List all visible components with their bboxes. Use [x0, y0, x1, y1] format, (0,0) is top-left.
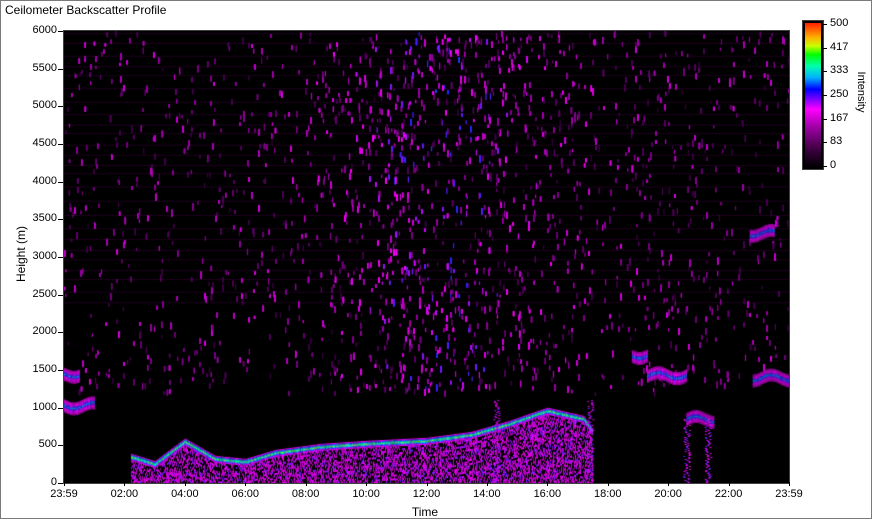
colorbar-tick — [823, 166, 827, 167]
y-tick-label: 4500 — [32, 137, 57, 149]
x-tick — [728, 482, 730, 486]
y-tick-label: 5000 — [32, 99, 57, 112]
y-tick — [58, 407, 63, 409]
y-tick-label: 500 — [38, 438, 57, 451]
x-tick-label: 23:59 — [775, 488, 803, 500]
colorbar-tick — [823, 95, 827, 96]
x-tick-label: 20:00 — [654, 488, 682, 500]
y-tick-label: 6000 — [32, 24, 57, 36]
backscatter-plot-area[interactable] — [63, 30, 790, 484]
colorbar-tick-label: 167 — [830, 111, 849, 124]
x-tick — [547, 482, 549, 486]
y-tick-label: 2500 — [32, 287, 57, 300]
y-tick — [58, 181, 63, 183]
x-tick — [486, 482, 488, 486]
x-axis-label: Time — [411, 505, 439, 519]
x-tick-label: 12:00 — [412, 488, 441, 500]
x-tick — [245, 482, 247, 486]
y-tick — [58, 294, 63, 296]
y-tick-label: 5500 — [32, 61, 57, 74]
y-tick — [58, 219, 63, 221]
x-tick-label: 10:00 — [352, 488, 380, 500]
colorbar-tick-label: 250 — [830, 88, 849, 100]
y-tick — [58, 332, 63, 334]
colorbar-tick — [823, 47, 827, 49]
y-tick — [58, 483, 63, 484]
y-tick — [58, 257, 63, 258]
x-tick — [789, 482, 790, 486]
y-tick-label: 1000 — [32, 400, 57, 413]
backscatter-heatmap — [64, 31, 789, 483]
x-tick-label: 02:00 — [110, 488, 139, 500]
x-tick — [124, 482, 126, 486]
x-tick-label: 14:00 — [473, 488, 501, 500]
x-tick-label: 22:00 — [714, 488, 743, 500]
x-tick-label: 16:00 — [533, 488, 562, 500]
x-tick — [184, 482, 186, 486]
chart-title: Ceilometer Backscatter Profile — [5, 3, 167, 17]
x-tick — [64, 482, 65, 486]
colorbar-tick — [823, 71, 827, 73]
chart-window: Ceilometer Backscatter Profile Height (m… — [0, 0, 872, 519]
y-tick-label: 4000 — [32, 174, 57, 187]
y-tick-label: 2000 — [32, 325, 57, 338]
x-tick — [668, 482, 670, 486]
colorbar — [802, 20, 824, 170]
y-tick-label: 3000 — [32, 250, 57, 262]
y-tick — [58, 144, 63, 145]
x-tick-label: 23:59 — [50, 488, 78, 500]
x-tick-label: 08:00 — [291, 488, 320, 500]
x-tick — [305, 482, 307, 486]
x-tick-label: 04:00 — [171, 488, 199, 500]
y-tick — [58, 370, 63, 371]
y-tick-label: 1500 — [32, 363, 57, 375]
colorbar-gradient — [805, 23, 821, 167]
colorbar-tick-label: 83 — [830, 135, 843, 148]
y-tick — [58, 445, 63, 447]
colorbar-tick — [823, 142, 827, 144]
y-tick — [58, 68, 63, 70]
x-tick-label: 18:00 — [593, 488, 622, 500]
x-tick — [426, 482, 428, 486]
colorbar-tick — [823, 118, 827, 120]
colorbar-tick-label: 500 — [830, 17, 849, 29]
colorbar-tick-label: 0 — [830, 159, 837, 171]
y-tick — [58, 106, 63, 108]
y-tick — [58, 31, 63, 32]
colorbar-tick-label: 417 — [830, 40, 849, 53]
colorbar-tick — [823, 24, 827, 25]
x-tick — [607, 482, 609, 486]
colorbar-label: Intensity — [855, 71, 867, 113]
y-tick-label: 0 — [50, 476, 57, 488]
colorbar-tick-label: 333 — [830, 64, 849, 77]
x-tick-label: 06:00 — [231, 488, 260, 500]
x-tick — [366, 482, 368, 486]
y-tick-label: 3500 — [32, 212, 57, 225]
